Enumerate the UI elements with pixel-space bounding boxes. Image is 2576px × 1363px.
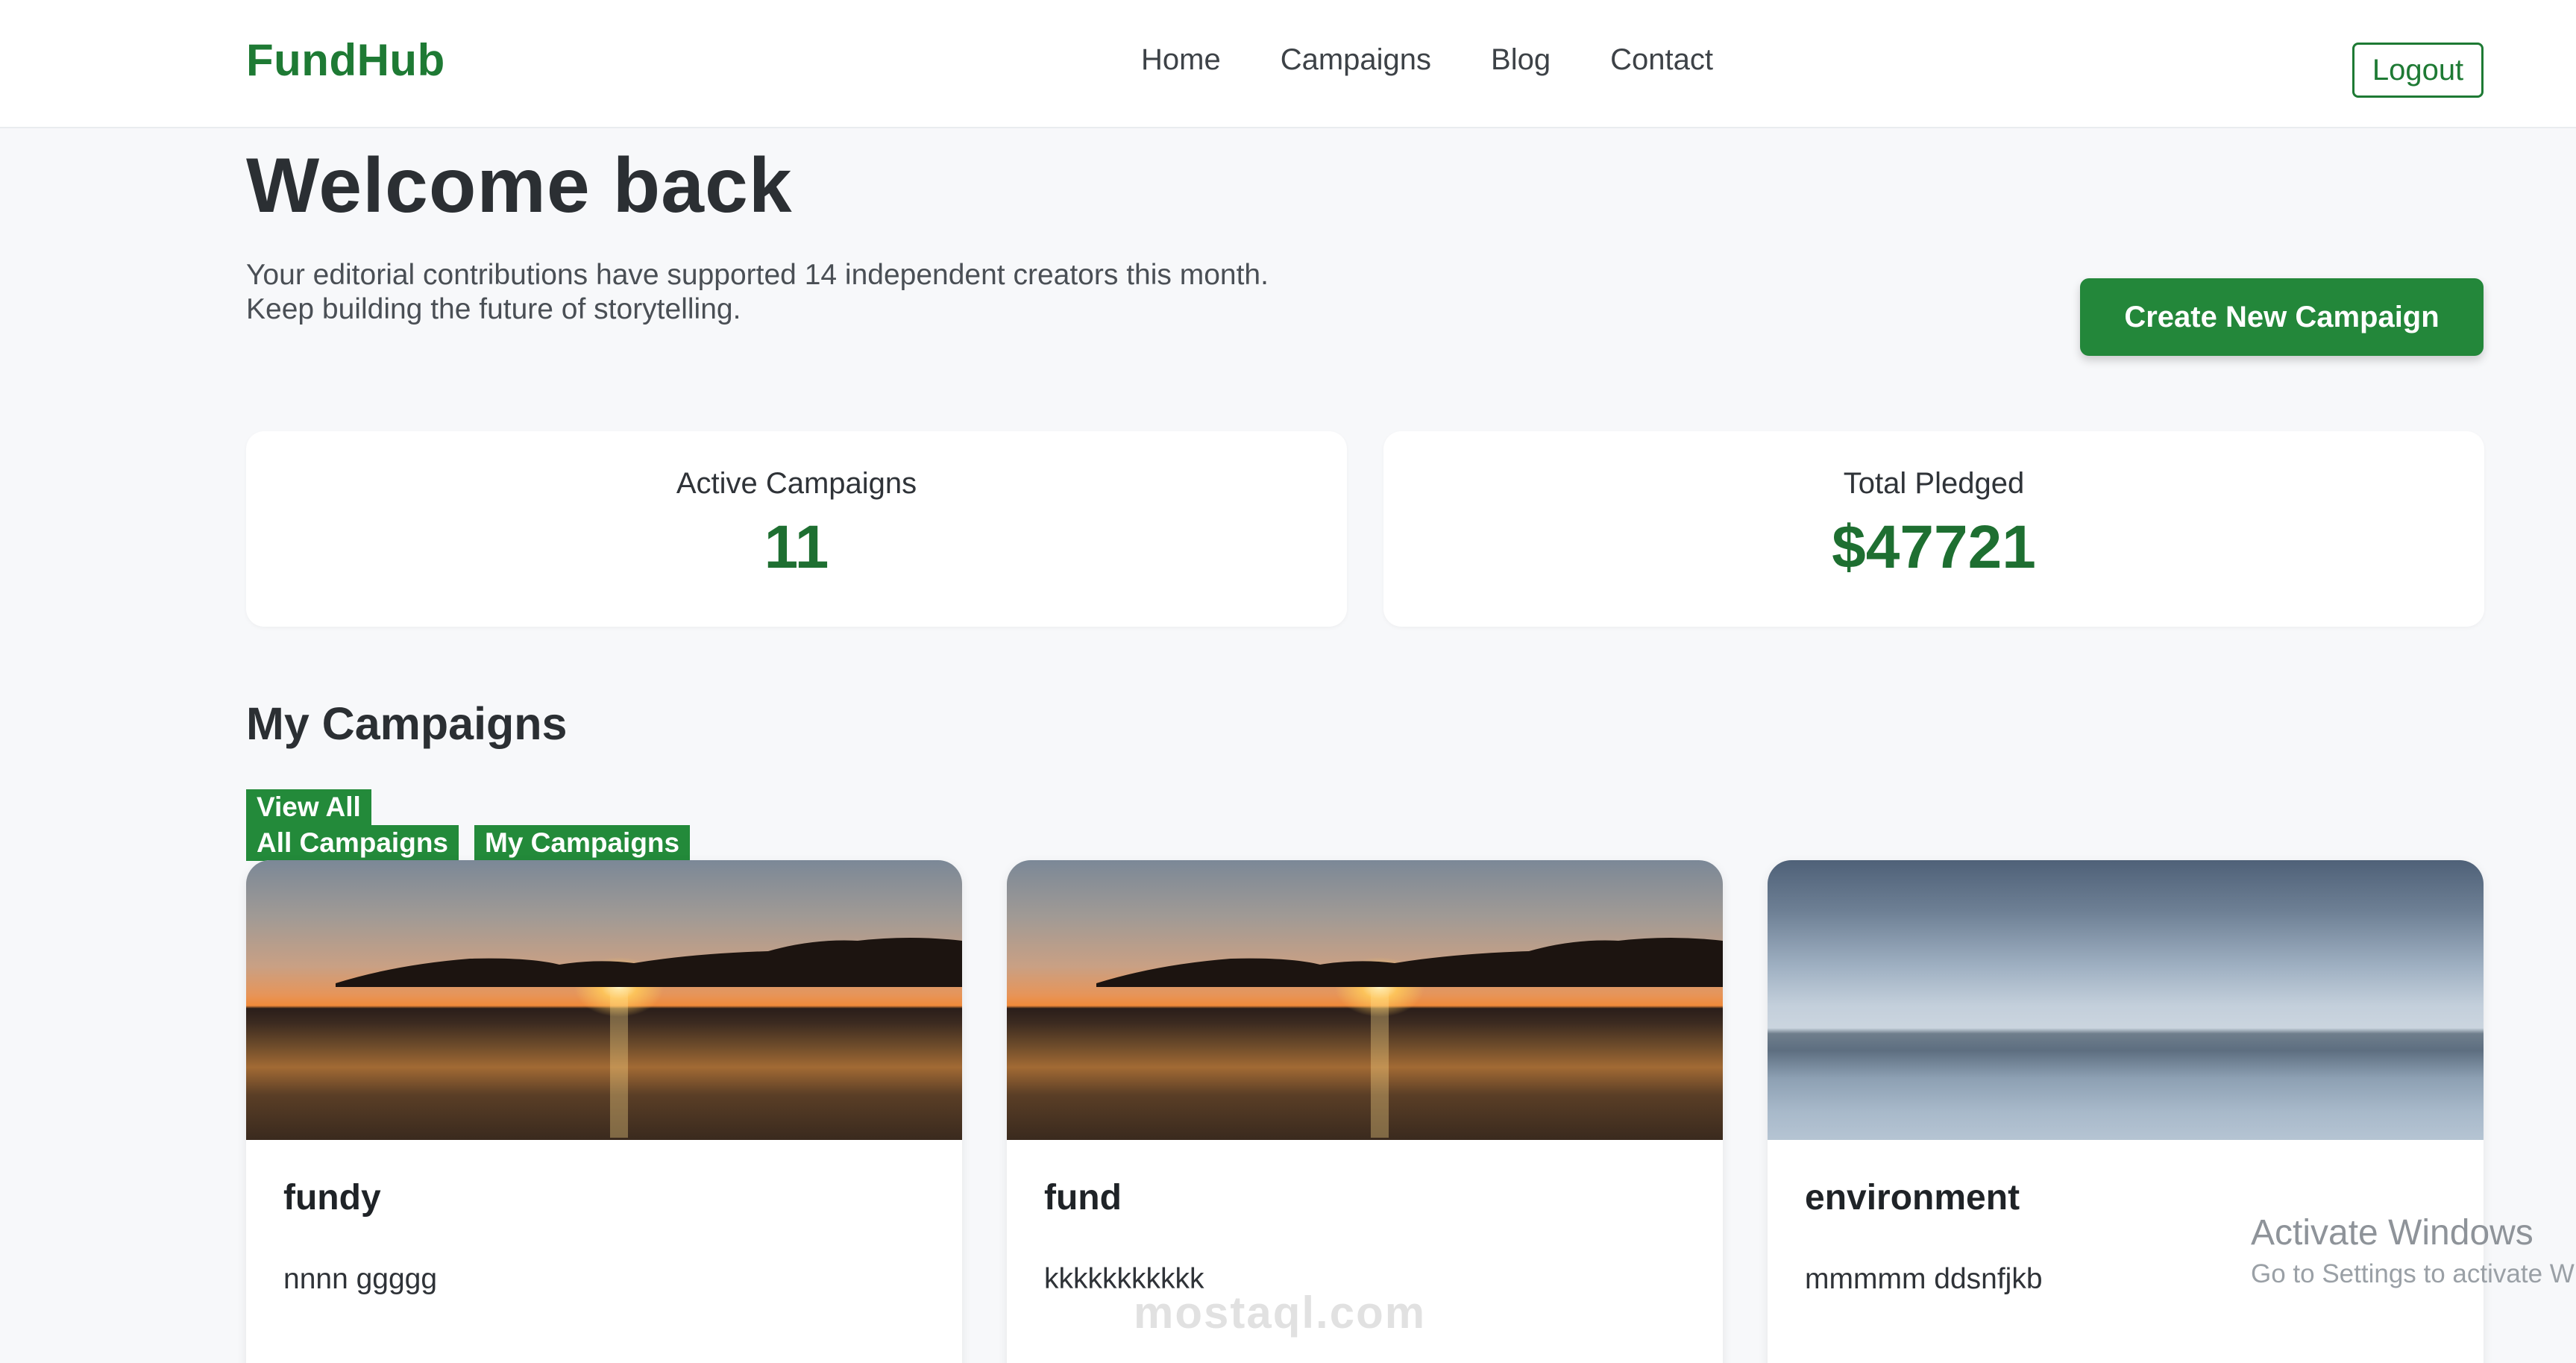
sunset-image-overlay: [1096, 938, 1723, 1138]
activation-title: Activate Windows: [2251, 1213, 2533, 1253]
campaign-card[interactable]: fundy nnnn ggggg: [246, 860, 962, 1363]
view-all-link[interactable]: View All: [246, 789, 371, 825]
stat-value: $47721: [1832, 513, 2036, 581]
campaign-title: environment: [1805, 1178, 2020, 1218]
nav-links: Home Campaigns Blog Contact: [1141, 43, 1713, 77]
stat-label: Total Pledged: [1843, 467, 2025, 500]
activation-hint: Go to Settings to activate Windows.: [2251, 1259, 2576, 1288]
sunset-image-overlay: [336, 938, 962, 1138]
stat-label: Active Campaigns: [676, 467, 917, 500]
top-nav: FundHub Home Campaigns Blog Contact Logo…: [0, 0, 2576, 128]
campaign-image: [246, 860, 962, 1140]
campaign-title: fundy: [283, 1178, 381, 1218]
stat-card-total-pledged: Total Pledged $47721: [1383, 431, 2484, 627]
site-watermark: mostaql.com: [1134, 1288, 1427, 1338]
page-title: Welcome back: [246, 142, 793, 229]
brand-logo[interactable]: FundHub: [246, 34, 445, 86]
nav-link-blog[interactable]: Blog: [1491, 43, 1551, 77]
nav-link-campaigns[interactable]: Campaigns: [1281, 43, 1431, 77]
filter-all-campaigns[interactable]: All Campaigns: [246, 825, 459, 861]
stat-value: 11: [764, 513, 829, 581]
nav-link-home[interactable]: Home: [1141, 43, 1221, 77]
campaign-image: [1768, 860, 2484, 1140]
nav-link-contact[interactable]: Contact: [1610, 43, 1713, 77]
logout-button[interactable]: Logout: [2352, 43, 2484, 98]
page-subtitle: Your editorial contributions have suppor…: [246, 258, 1365, 327]
stat-card-active-campaigns: Active Campaigns 11: [246, 431, 1347, 627]
create-campaign-button[interactable]: Create New Campaign: [2080, 278, 2484, 356]
campaign-description: mmmmm ddsnfjkb: [1805, 1263, 2043, 1295]
subtitle-line-1: Your editorial contributions have suppor…: [246, 259, 1269, 291]
campaign-description: nnnn ggggg: [283, 1263, 438, 1295]
subtitle-line-2: Keep building the future of storytelling…: [246, 293, 741, 325]
filter-my-campaigns[interactable]: My Campaigns: [474, 825, 691, 861]
campaign-title: fund: [1044, 1178, 1122, 1218]
page: FundHub Home Campaigns Blog Contact Logo…: [0, 0, 2576, 1363]
section-title: My Campaigns: [246, 698, 568, 749]
campaign-image: [1007, 860, 1723, 1140]
windows-activation-watermark: Activate Windows Go to Settings to activ…: [2251, 1212, 2576, 1289]
